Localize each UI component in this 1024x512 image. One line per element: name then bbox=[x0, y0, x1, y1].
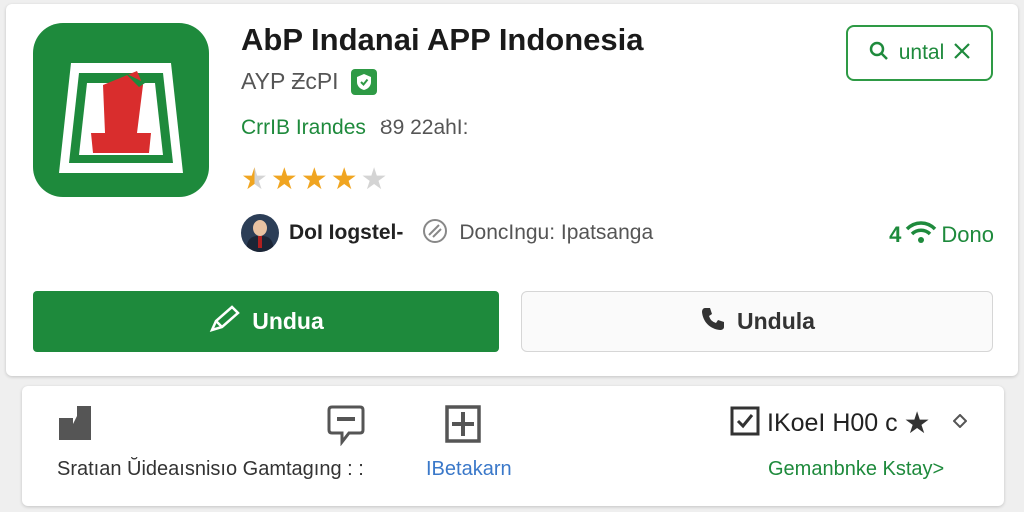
bottom-link[interactable]: IBetakarn bbox=[426, 458, 512, 481]
app-logo-icon[interactable] bbox=[33, 23, 209, 197]
diamond-icon[interactable] bbox=[952, 413, 967, 433]
call-button[interactable]: Undula bbox=[521, 291, 993, 352]
star-icon: ★ bbox=[360, 163, 388, 196]
bookmark-icon[interactable] bbox=[57, 402, 95, 447]
right-heading-label: IKoeI H00 c bbox=[767, 409, 898, 437]
phone-icon bbox=[699, 305, 727, 338]
search-icon bbox=[867, 39, 891, 68]
connection-indicator: 4 Dono bbox=[889, 220, 994, 249]
call-button-label: Undula bbox=[737, 308, 815, 334]
close-icon[interactable] bbox=[952, 41, 972, 66]
star-icon: ★ bbox=[330, 163, 358, 196]
search-button[interactable]: untal bbox=[846, 25, 993, 81]
install-button-label: Undua bbox=[252, 308, 324, 334]
app-title: AbP Indanai APP Indonesia bbox=[241, 22, 644, 57]
age-rating: Ȣ9 22ahI: bbox=[379, 116, 469, 139]
bottom-description: Sratıan Ŭideaısnisıo Gamtagıng : : bbox=[57, 458, 364, 480]
developer-name[interactable]: AYP ƵcPI bbox=[241, 68, 339, 95]
verified-shield-icon bbox=[350, 68, 377, 95]
star-icon: ★ bbox=[241, 163, 268, 196]
language-label: DoncIngu: Ipatsanga bbox=[459, 221, 654, 244]
checkbox-icon[interactable] bbox=[729, 405, 761, 442]
star-icon: ★ bbox=[300, 163, 328, 196]
bottom-card bbox=[22, 386, 1004, 506]
pencil-icon bbox=[208, 304, 242, 339]
right-heading-row: IKoeI H00 c ★ bbox=[729, 405, 967, 442]
see-more-link[interactable]: Gemanbnke Kstay> bbox=[768, 458, 944, 481]
author-name[interactable]: DoI Iogstel- bbox=[289, 221, 403, 245]
search-label: untal bbox=[898, 41, 945, 64]
star-rating: ★ ★ ★ ★ ★ bbox=[241, 163, 388, 197]
star-icon[interactable]: ★ bbox=[904, 408, 931, 439]
connection-label: Dono bbox=[941, 221, 994, 247]
add-box-icon[interactable] bbox=[444, 404, 482, 449]
category-link[interactable]: CrrIB Irandes bbox=[241, 116, 366, 140]
language-icon bbox=[421, 217, 449, 250]
star-icon: ★ bbox=[270, 163, 298, 196]
author-avatar[interactable] bbox=[241, 214, 279, 252]
connection-count: 4 bbox=[889, 221, 902, 247]
install-button[interactable]: Undua bbox=[33, 291, 499, 352]
comment-icon[interactable] bbox=[327, 404, 365, 451]
wifi-icon bbox=[905, 220, 937, 249]
